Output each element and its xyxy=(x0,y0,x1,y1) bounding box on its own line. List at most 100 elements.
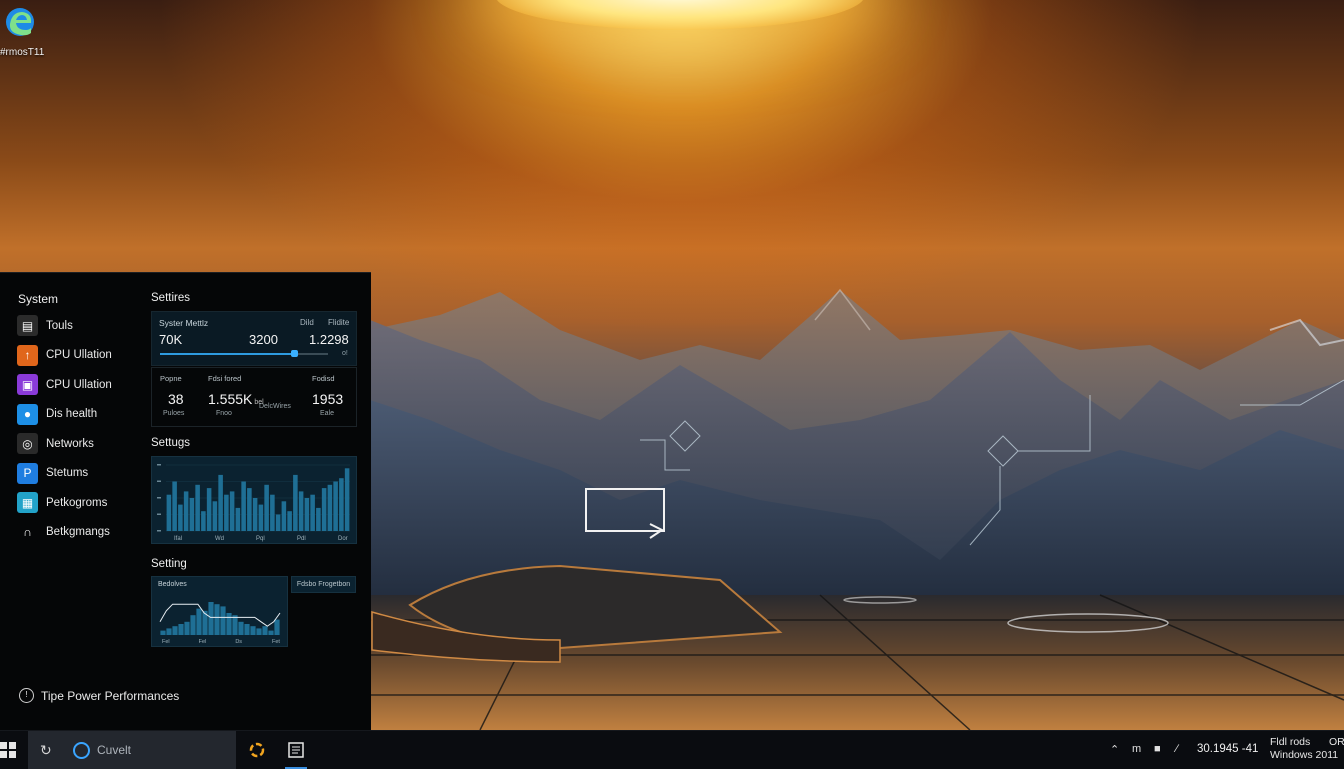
nav-item[interactable]: ∩ Betkgmangs xyxy=(17,518,147,548)
metrics-slider[interactable] xyxy=(160,350,328,357)
nav-item-label: Betkgmangs xyxy=(46,526,110,539)
cpu-icon: ↑ xyxy=(17,344,38,366)
nav-item[interactable]: ◎ Networks xyxy=(17,429,147,459)
bar xyxy=(275,514,281,531)
nav-item-label: CPU Ullation xyxy=(46,378,112,391)
area-bar xyxy=(184,621,190,635)
info-right: OR xyxy=(1329,736,1344,748)
stat-label: Fdsi fored xyxy=(208,374,242,383)
stat-item: Popne 38 Puloes xyxy=(160,374,184,417)
stat-sub: Fnoo xyxy=(216,410,232,417)
bar xyxy=(258,504,264,531)
nav-item[interactable]: ▣ CPU Ullation xyxy=(17,370,147,400)
bar xyxy=(235,507,241,531)
task-view-icon[interactable]: ↻ xyxy=(40,742,52,759)
stat-item: Fodisd 1953 Eale xyxy=(312,374,343,417)
footer-link-label: Tipe Power Performances xyxy=(41,688,180,703)
bar xyxy=(195,484,200,531)
stat-value: 1.555K xyxy=(208,391,253,407)
taskbar-app-notes[interactable] xyxy=(284,739,308,769)
bar xyxy=(201,511,206,531)
bar xyxy=(224,494,229,531)
bar xyxy=(298,491,304,531)
nav-item-label: Stetums xyxy=(46,467,89,480)
nav-item[interactable]: ↑ CPU Ullation xyxy=(17,341,147,371)
bar xyxy=(281,501,287,531)
settings-heading: Settugs xyxy=(151,437,190,449)
stat-value-row: 1.555K bel xyxy=(208,391,264,407)
system-metrics-card[interactable]: Syster Mettlz Dild Flidite 70K 3200 1.22… xyxy=(151,311,357,366)
nav-item[interactable]: ▤ Touls xyxy=(17,311,147,341)
info-icon: ! xyxy=(19,688,34,703)
taskbar-app-loader[interactable] xyxy=(245,739,269,761)
nav-item[interactable]: P Stetums xyxy=(17,459,147,489)
windows-start-icon[interactable] xyxy=(0,742,16,758)
taskbar-search-box[interactable]: ↻ Cuvelt xyxy=(28,731,236,769)
line-chart-card: Bedolves Fel Fel Ds Fet xyxy=(151,576,288,647)
bar xyxy=(333,481,338,531)
bar xyxy=(166,494,172,531)
bar xyxy=(270,494,275,531)
area-bar xyxy=(178,624,184,635)
nav-item[interactable]: ▦ Petkogroms xyxy=(17,488,147,518)
nav-item-label: Touls xyxy=(46,319,73,332)
area-bar xyxy=(172,626,178,635)
y-tick xyxy=(157,530,161,532)
bar xyxy=(206,488,212,531)
nav-item-label: Dis health xyxy=(46,408,98,421)
area-bar xyxy=(238,621,244,635)
bar xyxy=(327,484,333,531)
metrics-col-label: Dild xyxy=(300,318,314,327)
pen-icon[interactable]: ∕ xyxy=(1176,743,1178,755)
area-bar xyxy=(244,624,250,635)
area-bar xyxy=(268,630,274,635)
stat-item: Fdsi fored 1.555K bel Fnoo xyxy=(208,374,264,417)
metric-value: 1.2298 xyxy=(309,332,349,347)
nav-list: ▤ Touls ↑ CPU Ullation ▣ CPU Ullation ● Dis hea… xyxy=(17,311,147,547)
chrome-network-icon: ◎ xyxy=(17,433,38,455)
area-bar xyxy=(226,613,232,635)
stat-label: Popne xyxy=(160,374,182,383)
tray-language[interactable]: m xyxy=(1132,743,1141,755)
headphones-icon: ∩ xyxy=(17,521,38,543)
speaker-icon[interactable]: ■ xyxy=(1154,743,1161,755)
slider-thumb[interactable] xyxy=(291,350,299,357)
info-line: Windows 2011 xyxy=(1270,749,1339,761)
desktop-icon-label: #rmosT11 xyxy=(0,47,45,58)
bar xyxy=(264,484,269,531)
bar xyxy=(172,481,177,531)
nav-heading: System xyxy=(18,292,59,306)
bar xyxy=(287,511,292,531)
x-tick-label: Dor xyxy=(338,536,348,542)
clock[interactable]: 30.1945 -41 xyxy=(1197,743,1258,755)
area-bar xyxy=(256,628,262,635)
x-tick-label: Pdl xyxy=(297,536,306,542)
x-tick-label: Fel xyxy=(162,639,170,645)
metric-value: 70K xyxy=(159,332,183,347)
taskbar: ↻ Cuvelt ⌃ m ■ ∕ 30.1945 -41 Fldl rods W… xyxy=(0,730,1344,769)
bar xyxy=(247,488,252,531)
area-bar xyxy=(208,602,214,635)
notification-info[interactable]: Fldl rods Windows 2011 OR xyxy=(1270,736,1344,762)
line-chart-title: Bedolves xyxy=(158,581,187,588)
settings-heading: Settires xyxy=(151,292,190,304)
bar xyxy=(344,468,350,531)
area-bar xyxy=(232,615,238,635)
bar xyxy=(304,498,310,531)
power-performance-link[interactable]: ! Tipe Power Performances xyxy=(19,688,179,703)
edge-desktop-shortcut[interactable]: #rmosT11 xyxy=(0,4,60,58)
document-icon xyxy=(288,742,304,758)
nav-item-label: Networks xyxy=(46,437,94,450)
x-tick-label: Wd xyxy=(215,536,224,542)
nav-item[interactable]: ● Dis health xyxy=(17,400,147,430)
series-line xyxy=(159,603,281,627)
metrics-col-label: Flidite xyxy=(328,318,350,327)
stat-sub: Eale xyxy=(320,410,335,417)
chevron-up-icon[interactable]: ⌃ xyxy=(1110,743,1119,756)
legend-chip[interactable]: Fdsbo Frogetbon xyxy=(291,576,356,593)
bar xyxy=(189,498,195,531)
area-bar xyxy=(214,604,220,635)
bar xyxy=(241,481,246,531)
disk-health-icon: ● xyxy=(17,403,38,425)
edge-icon xyxy=(6,8,34,36)
